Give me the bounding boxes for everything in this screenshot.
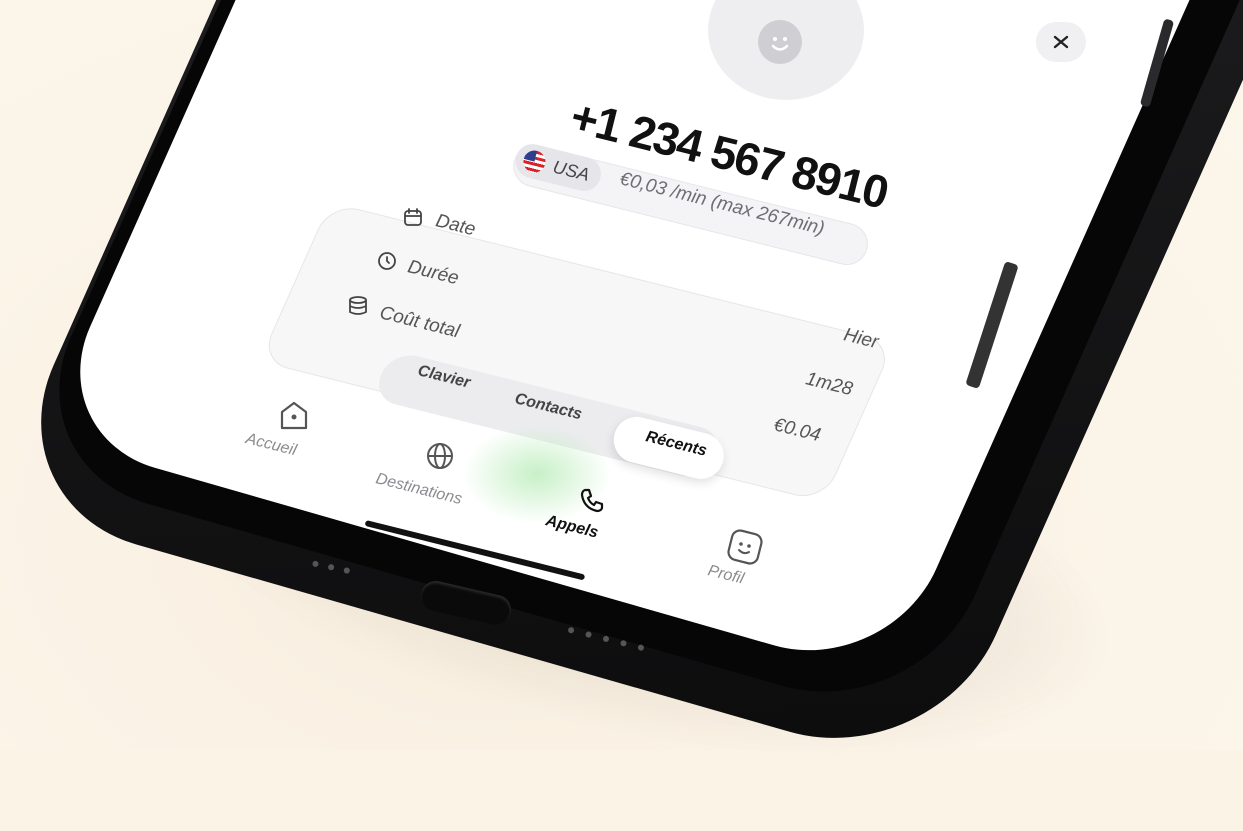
nav-globe-icon[interactable] (424, 440, 456, 472)
nav-phone-icon[interactable] (578, 486, 606, 514)
close-button[interactable] (1036, 22, 1086, 62)
calendar-icon (402, 206, 424, 228)
coins-icon (346, 294, 370, 318)
smiley-icon (758, 20, 802, 64)
us-flag-icon (521, 148, 548, 175)
phone-stage: +1 234 567 8910 USA €0,03 /min (max 267m… (0, 0, 1243, 774)
country-label: USA (551, 156, 592, 185)
close-icon (1053, 35, 1069, 49)
clock-icon (376, 250, 398, 272)
nav-home-icon[interactable] (276, 398, 312, 432)
nav-smiley-icon[interactable] (726, 528, 764, 566)
